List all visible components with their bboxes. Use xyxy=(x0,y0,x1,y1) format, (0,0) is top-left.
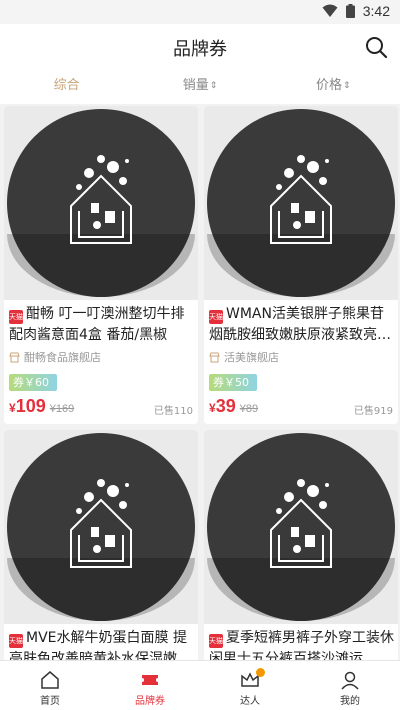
tmall-tag-icon: 天猫 xyxy=(209,310,223,324)
shop-icon xyxy=(9,352,20,362)
tab-talent[interactable]: 达人 xyxy=(200,661,300,710)
home-icon xyxy=(41,671,59,689)
tab-home[interactable]: 首页 xyxy=(0,661,100,710)
original-price: ¥169 xyxy=(49,403,75,415)
status-bar: 3:42 xyxy=(0,0,400,24)
tab-brand-coupon[interactable]: 品牌券 xyxy=(100,661,200,710)
product-card[interactable]: 天猫 夏季短裤男裤子外穿工装休闲男士五分裤百搭沙滩运 xyxy=(204,430,398,670)
placeholder-logo-icon xyxy=(70,479,132,568)
header: 品牌券 xyxy=(0,24,400,70)
sort-comprehensive[interactable]: 综合 xyxy=(0,70,133,104)
tab-mine[interactable]: 我的 xyxy=(300,661,400,710)
shop-info: 活美旗舰店 xyxy=(209,349,279,365)
product-card[interactable]: 天猫 WMAN活美银胖子熊果苷烟酰胺细致嫩肤原液紧致亮… 活美旗舰店 券￥50 ¥… xyxy=(204,106,398,424)
bottom-tab-bar: 首页 品牌券 达人 我的 xyxy=(0,660,400,710)
product-price: ¥39 ¥89 xyxy=(209,396,259,416)
coupon-icon xyxy=(142,675,158,685)
coupon-badge: 券￥60 xyxy=(9,374,57,391)
product-card[interactable]: 天猫酣畅 叮一叮澳洲整切牛排配肉酱意面4盒 番茄/黑椒牛… 酣畅食品旗舰店 券￥… xyxy=(4,106,198,424)
tmall-tag-icon: 天猫 xyxy=(9,634,23,648)
placeholder-logo-icon xyxy=(270,479,332,568)
search-icon[interactable] xyxy=(364,35,388,59)
user-icon xyxy=(341,671,359,690)
placeholder-logo-icon xyxy=(270,155,332,244)
product-title: 天猫酣畅 叮一叮澳洲整切牛排配肉酱意面4盒 番茄/黑椒牛… xyxy=(9,306,185,343)
shop-info: 酣畅食品旗舰店 xyxy=(9,349,101,365)
sold-count: 已售110 xyxy=(153,406,193,417)
product-price: ¥109 ¥169 xyxy=(9,396,75,416)
shop-icon xyxy=(209,352,220,362)
wifi-icon xyxy=(322,4,338,17)
product-card[interactable]: 天猫 MVE水解牛奶蛋白面膜 提亮肤色改善暗黄补水保湿嫩 xyxy=(4,430,198,670)
sort-sales[interactable]: 销量⇕ xyxy=(133,70,266,104)
sort-arrow-icon: ⇕ xyxy=(209,81,218,91)
tmall-tag-icon: 天猫 xyxy=(9,310,23,324)
notification-badge xyxy=(256,668,265,677)
original-price: ¥89 xyxy=(239,403,259,415)
sold-count: 已售919 xyxy=(353,406,393,417)
tmall-tag-icon: 天猫 xyxy=(209,634,223,648)
coupon-badge: 券￥50 xyxy=(209,374,257,391)
sort-bar: 综合 销量⇕ 价格⇕ xyxy=(0,70,400,104)
sort-price[interactable]: 价格⇕ xyxy=(267,70,400,104)
product-title: 天猫 WMAN活美银胖子熊果苷烟酰胺细致嫩肤原液紧致亮… xyxy=(209,306,391,343)
battery-icon xyxy=(345,4,355,18)
sort-arrow-icon: ⇕ xyxy=(343,81,351,91)
placeholder-logo-icon xyxy=(70,155,132,244)
product-image xyxy=(204,430,398,624)
status-time: 3:42 xyxy=(362,3,390,19)
product-image xyxy=(204,106,398,300)
page-title: 品牌券 xyxy=(173,39,227,60)
product-image xyxy=(4,106,198,300)
product-image xyxy=(4,430,198,624)
